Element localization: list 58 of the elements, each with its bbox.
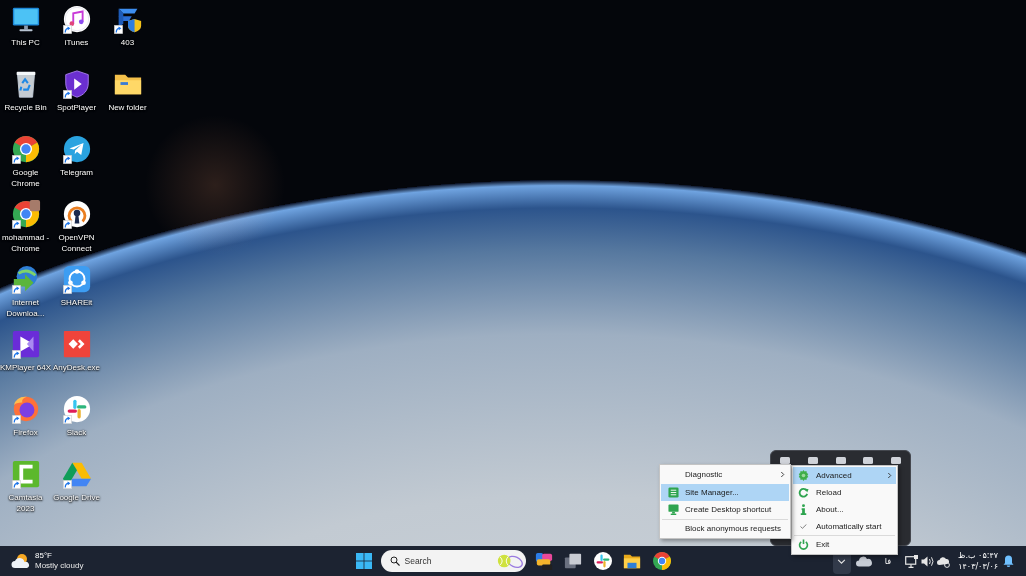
gear-icon <box>797 470 809 481</box>
weather-temperature[interactable]: 85°F <box>35 551 84 561</box>
search-icon <box>389 556 400 566</box>
menu-item[interactable]: Create Desktop shortcut <box>661 501 789 519</box>
power-icon <box>797 539 809 550</box>
menu-item[interactable]: Exit <box>793 536 896 553</box>
hash-logo-icon[interactable] <box>593 552 612 570</box>
tennis-ball-icon <box>496 552 524 570</box>
menu-item[interactable]: Automatically start <box>793 518 896 535</box>
desktop-icon[interactable]: OpenVPN Connect <box>50 195 103 254</box>
chrome-logo-icon <box>10 134 41 164</box>
keyhole-icon <box>61 199 92 229</box>
desktop-icon[interactable]: mohammad - Chrome <box>0 195 52 254</box>
desktop-icon[interactable]: New folder <box>101 65 154 114</box>
tray-app-icon[interactable] <box>863 457 874 464</box>
menu-item[interactable]: About... <box>793 501 896 518</box>
menu-item[interactable]: Diagnostic <box>661 466 789 484</box>
chrome-profile-icon <box>10 199 41 229</box>
chevron-icon <box>837 558 847 564</box>
hash-logo-icon <box>61 394 92 424</box>
desktop-icon[interactable]: SpotPlayer <box>50 65 103 114</box>
bell-icon[interactable] <box>1003 555 1014 567</box>
weather-condition[interactable]: Mostly cloudy <box>35 561 84 571</box>
chrome-logo-icon[interactable] <box>652 552 671 570</box>
multicolor-logo-icon[interactable] <box>534 552 553 570</box>
stacked-windows-icon[interactable] <box>564 552 582 570</box>
tray-app-icon[interactable] <box>807 457 818 464</box>
search-field[interactable]: Search <box>380 550 526 572</box>
desktop-icon[interactable]: SHAREit <box>50 260 103 309</box>
list-tile-icon <box>667 486 679 498</box>
windows-logo-icon[interactable] <box>355 553 372 569</box>
cloud-icon[interactable] <box>855 555 872 567</box>
desktop-icon[interactable]: This PC <box>0 0 52 49</box>
desktop-icon[interactable]: Internet Downloa... <box>0 260 52 319</box>
desktop-icon[interactable]: Google Chrome <box>0 130 52 189</box>
cloud-badge-icon[interactable] <box>937 554 951 568</box>
desktop-icon[interactable]: iTunes <box>50 0 103 49</box>
volume-icon[interactable] <box>921 554 935 568</box>
desktop-icon[interactable]: 403 <box>101 0 154 49</box>
diamond-tile-icon <box>61 329 92 359</box>
desktop-icon[interactable]: Recycle Bin <box>0 65 52 114</box>
desktop-icon[interactable]: Telegram <box>50 130 103 179</box>
clock-date[interactable]: ۱۴۰۳/۰۳/۰۶ <box>958 561 998 572</box>
clock-time[interactable]: ۰۵:۴۷ ب.ظ <box>958 550 998 561</box>
language-indicator[interactable]: فا <box>884 556 892 566</box>
monitor-icon <box>667 504 679 516</box>
menu-item[interactable]: Advanced <box>793 467 896 484</box>
desktop-icon[interactable]: KMPlayer 64X <box>0 325 52 374</box>
folder-icon[interactable] <box>623 552 641 570</box>
refresh-icon <box>797 487 809 498</box>
paper-plane-icon <box>61 134 92 164</box>
menu-item[interactable]: Reload <box>793 484 896 501</box>
monitor-icon[interactable] <box>905 554 919 568</box>
music-note-icon <box>61 4 92 34</box>
menu-item[interactable]: Site Manager... <box>661 483 789 501</box>
cloud-sun-icon[interactable] <box>11 553 31 569</box>
tray-app-icon[interactable] <box>835 457 846 464</box>
menu-item[interactable]: Block anonymous requests <box>661 519 789 537</box>
